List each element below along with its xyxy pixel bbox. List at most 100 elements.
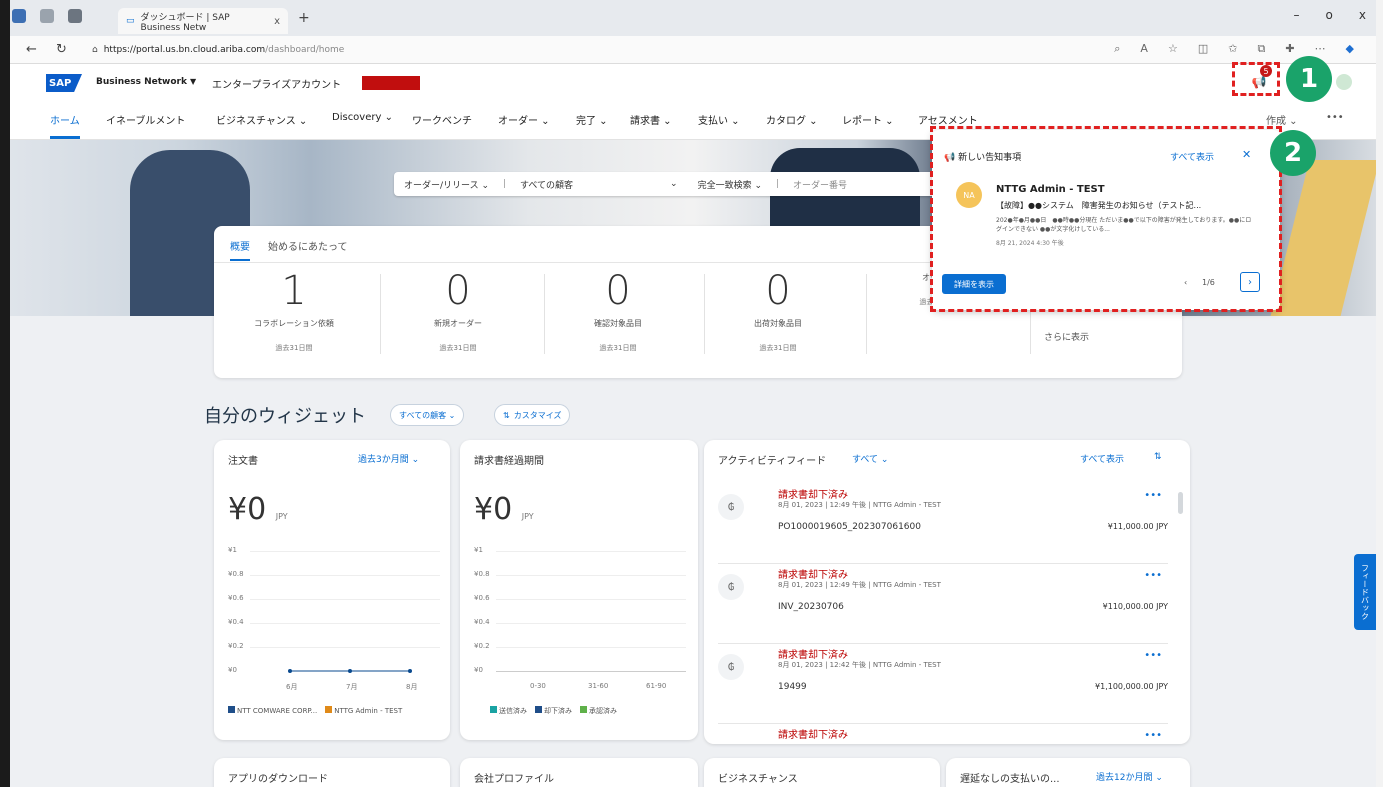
tab-actions-icon[interactable]: [68, 9, 82, 23]
tile-items-to-confirm[interactable]: 0 確認対象品目 過去31日間: [538, 268, 698, 368]
feed-item[interactable]: 請求書却下済み •••: [718, 724, 1168, 744]
workspaces-icon[interactable]: [40, 9, 54, 23]
feed-item-title[interactable]: 請求書却下済み: [778, 566, 848, 581]
split-screen-icon[interactable]: ◫: [1198, 42, 1208, 56]
profile-icon[interactable]: [12, 9, 26, 23]
x-tick: 31-60: [588, 682, 609, 690]
feed-item-doc: 19499: [778, 682, 807, 692]
nav-reports[interactable]: レポート ⌄: [842, 112, 894, 127]
card-title: 遅延なしの支払いの...: [960, 774, 1060, 785]
user-avatar[interactable]: [1336, 74, 1352, 90]
annotation-badge-2: 2: [1270, 130, 1316, 176]
view-all-link[interactable]: すべて表示: [1080, 452, 1124, 465]
extensions-icon[interactable]: ✚: [1285, 42, 1294, 56]
nav-discovery[interactable]: Discovery ⌄: [332, 112, 393, 123]
more-options-icon[interactable]: •••: [1144, 730, 1162, 741]
y-tick: ¥0.2: [228, 642, 244, 650]
more-options-icon[interactable]: •••: [1144, 490, 1162, 501]
url-field[interactable]: ⌂ https://portal.us.bn.cloud.ariba.com/d…: [92, 40, 352, 60]
card-title: 請求書経過期間: [474, 456, 544, 467]
tile-new-orders[interactable]: 0 新規オーダー 過去31日間: [378, 268, 538, 368]
feed-filter-select[interactable]: すべて ⌄: [852, 452, 888, 465]
customize-button[interactable]: ⇅ カスタマイズ: [494, 404, 571, 426]
browser-menu-icon[interactable]: ⋯: [1315, 42, 1326, 56]
feed-scrollbar[interactable]: [1178, 492, 1183, 514]
tile-period: 過去31日間: [439, 344, 477, 352]
feed-item-title[interactable]: 請求書却下済み: [778, 726, 848, 741]
tab-close-icon[interactable]: x: [274, 16, 280, 27]
period-select[interactable]: 過去12か月間 ⌄: [1096, 770, 1163, 783]
nav-payments[interactable]: 支払い ⌄: [698, 112, 740, 127]
match-mode-select[interactable]: 完全一致検索 ⌄: [688, 178, 772, 191]
new-tab-button[interactable]: +: [298, 10, 310, 26]
period-select[interactable]: 過去3か月間 ⌄: [358, 452, 419, 465]
maximize-button[interactable]: o: [1326, 8, 1333, 22]
company-profile-widget: 会社プロファイル: [460, 758, 698, 787]
minimize-button[interactable]: –: [1294, 8, 1300, 22]
feed-item-title[interactable]: 請求書却下済み: [778, 646, 848, 661]
tab-getting-started[interactable]: 始めるにあたって: [268, 238, 348, 261]
favorite-star-icon[interactable]: ☆: [1168, 42, 1178, 56]
tile-period: 過去31日間: [759, 344, 797, 352]
nav-business-opportunities[interactable]: ビジネスチャンス ⌄: [216, 112, 307, 127]
refresh-icon[interactable]: ↻: [56, 42, 67, 57]
show-more-link[interactable]: さらに表示: [1044, 330, 1089, 343]
card-title: アプリのダウンロード: [228, 774, 328, 785]
feed-settings-icon[interactable]: ⇅: [1154, 452, 1162, 462]
read-aloud-icon[interactable]: A: [1140, 42, 1148, 56]
card-title: ビジネスチャンス: [718, 774, 798, 785]
nav-orders[interactable]: オーダー ⌄: [498, 112, 550, 127]
product-name[interactable]: Business Network: [96, 77, 187, 87]
hero-figure: [1270, 160, 1376, 316]
chevron-down-icon[interactable]: ⌄: [660, 179, 688, 189]
favorites-icon[interactable]: ✩: [1228, 42, 1237, 56]
search-input[interactable]: オーダー番号: [783, 178, 857, 191]
account-type: エンタープライズアカウント: [212, 80, 342, 91]
feed-item[interactable]: ₲ 請求書却下済み 8月 01, 2023 | 12:42 午後 | NTTG …: [718, 644, 1168, 724]
x-tick: 6月: [286, 683, 298, 691]
nav-invoices[interactable]: 請求書 ⌄: [630, 112, 672, 127]
nav-more-icon[interactable]: •••: [1326, 112, 1344, 123]
nav-assessments[interactable]: アセスメント: [918, 112, 978, 127]
invoice-icon: ₲: [718, 494, 744, 520]
product-caret-icon[interactable]: ▼: [190, 77, 196, 86]
more-options-icon[interactable]: •••: [1144, 570, 1162, 581]
more-options-icon[interactable]: •••: [1144, 650, 1162, 661]
y-tick: ¥0.6: [228, 594, 244, 602]
url-host: https://portal.us.bn.cloud.ariba.com: [103, 45, 266, 55]
tile-collaboration-requests[interactable]: 1 コラボレーション依頼 過去31日間: [214, 268, 374, 368]
feed-item[interactable]: ₲ 請求書却下済み 8月 01, 2023 | 12:49 午後 | NTTG …: [718, 484, 1168, 564]
nav-enablement[interactable]: イネーブルメント: [106, 112, 185, 127]
nav-workbench[interactable]: ワークベンチ: [412, 112, 472, 127]
tab-overview[interactable]: 概要: [230, 238, 250, 261]
tile-value: 0: [765, 268, 791, 314]
feed-item-doc: INV_20230706: [778, 602, 844, 612]
nav-catalogs[interactable]: カタログ ⌄: [766, 112, 818, 127]
copilot-icon[interactable]: ◆: [1346, 42, 1354, 56]
feed-item-title[interactable]: 請求書却下済み: [778, 486, 848, 501]
redacted-account-name: [362, 76, 420, 90]
tile-label: 新規オーダー: [434, 319, 482, 328]
tile-items-to-ship[interactable]: 0 出荷対象品目 過去31日間: [698, 268, 858, 368]
collections-icon[interactable]: ⧉: [1257, 42, 1265, 56]
widget-customer-filter[interactable]: すべての顧客 ⌄: [390, 404, 465, 426]
nav-home[interactable]: ホーム: [50, 112, 80, 127]
tile-value: 0: [445, 268, 471, 314]
nav-fulfillment[interactable]: 完了 ⌄: [576, 112, 608, 127]
back-arrow-icon[interactable]: ←: [26, 42, 37, 57]
window-edge-right: [1376, 0, 1383, 787]
y-tick: ¥0: [474, 666, 483, 674]
annotation-box-1: [1232, 62, 1280, 96]
chart-legend: 送信済み 却下済み 承認済み: [490, 706, 617, 716]
search-scope-select[interactable]: オーダー/リリース ⌄: [394, 178, 499, 191]
feed-item[interactable]: ₲ 請求書却下済み 8月 01, 2023 | 12:49 午後 | NTTG …: [718, 564, 1168, 644]
sap-logo[interactable]: SAP: [46, 74, 82, 92]
page-info-icon[interactable]: ⌂: [92, 45, 98, 55]
window-edge-left: [0, 0, 10, 787]
browser-tab[interactable]: ▭ ダッシュボード | SAP Business Netw x: [118, 8, 288, 34]
feedback-tab[interactable]: フィードバック: [1354, 554, 1376, 630]
customer-select[interactable]: すべての顧客: [510, 178, 660, 191]
search-page-icon[interactable]: ⌕: [1114, 42, 1120, 56]
nav-create[interactable]: 作成 ⌄: [1266, 112, 1298, 127]
close-window-button[interactable]: x: [1359, 8, 1366, 22]
